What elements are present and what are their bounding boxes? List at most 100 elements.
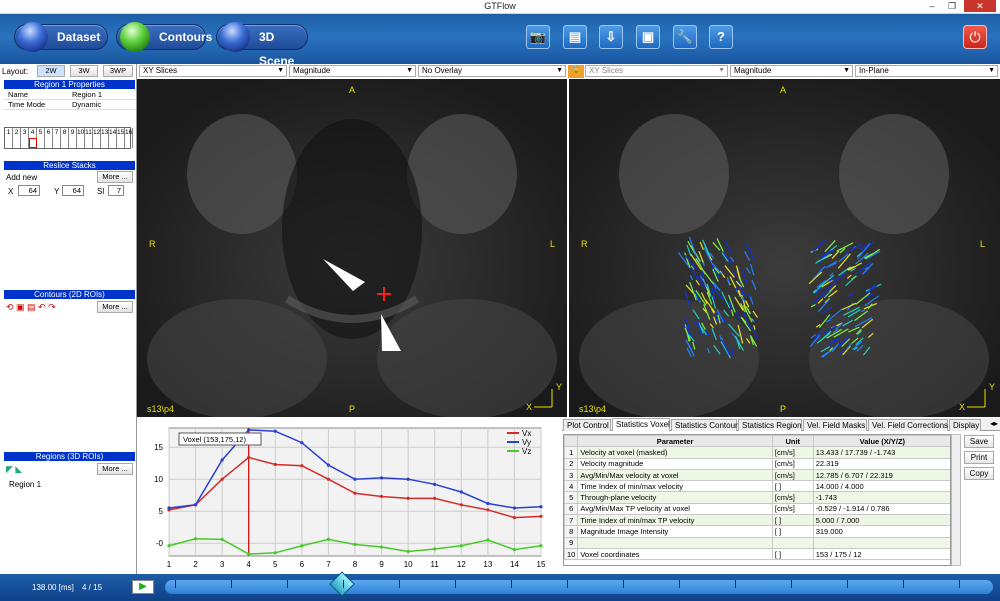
contour-tools-icon[interactable]: ⟲ ▣ ▤ ↶ ↷ [6, 302, 56, 313]
frame-cell-lower[interactable] [61, 138, 69, 148]
right-overlay-dropdown[interactable]: In-Plane ▼ [855, 65, 998, 77]
frame-cell-lower[interactable] [37, 138, 45, 148]
y-tick-label: 5 [159, 507, 164, 516]
frame-cell[interactable]: 15 [117, 128, 125, 138]
film-icon[interactable]: ▤ [563, 25, 587, 49]
copy-button[interactable]: Copy [964, 467, 994, 480]
frame-cell-lower[interactable] [21, 138, 29, 148]
add-new-button[interactable]: Add new [6, 173, 37, 182]
x-tick-label: 1 [167, 560, 172, 569]
close-button[interactable]: ✕ [964, 0, 996, 12]
3d-scene-button[interactable]: 3D Scene [216, 22, 308, 68]
frame-cell-lower[interactable] [85, 138, 93, 148]
right-image-dropdown[interactable]: Magnitude ▼ [730, 65, 853, 77]
frame-cell-lower[interactable] [69, 138, 77, 148]
left-slice-dropdown[interactable]: XY Slices ▼ [139, 65, 287, 77]
table-row[interactable]: 10 Voxel coordinates[ ] 153 / 175 / 12 [564, 547, 950, 561]
table-row[interactable]: 6 Avg/Min/Max TP velocity at voxel [cm/s] -… [564, 502, 950, 516]
frame-cell-lower[interactable] [5, 138, 13, 148]
y-input[interactable]: 64 [62, 185, 84, 196]
contours-more-button[interactable]: More ... [97, 301, 133, 313]
power-icon[interactable]: ⏻ [963, 25, 987, 49]
table-row[interactable]: 3 Avg/Min/Max velocity at voxel [cm/s] 12.7… [564, 468, 950, 482]
contours-button[interactable]: Contours [116, 22, 212, 52]
frame-cell[interactable]: 3 [21, 128, 29, 138]
timeline-slider[interactable] [165, 571, 993, 597]
frame-cell-lower[interactable] [77, 138, 85, 148]
col-parameter: Parameter [577, 435, 773, 448]
frame-cell[interactable]: 5 [37, 128, 45, 138]
frame-cell[interactable]: 8 [61, 128, 69, 138]
right-slice-dropdown[interactable]: XY Slices ▼ [585, 65, 728, 77]
frame-cell[interactable]: 6 [45, 128, 53, 138]
frame-cell[interactable]: 4 [29, 128, 37, 138]
frame-cell-lower[interactable] [101, 138, 109, 148]
maximize-button[interactable]: ❐ [942, 0, 962, 12]
velocity-plot[interactable]: 1 2 3 4 5 6 7 8 9 10 11 12 13 14 15 -0 5 10 15 Vx Vy Vz Voxel … [137, 418, 561, 574]
frame-cell[interactable]: 11 [85, 128, 93, 138]
frame-cell[interactable]: 14 [109, 128, 117, 138]
frame-cell[interactable]: 9 [69, 128, 77, 138]
frame-cell[interactable]: 10 [77, 128, 85, 138]
slice-input[interactable]: 7 [108, 185, 124, 196]
layout-2w-button[interactable]: 2W [37, 65, 65, 77]
reslice-more-button[interactable]: More ... [97, 171, 133, 183]
tab-plot-control[interactable]: Plot Control [563, 419, 611, 431]
table-row[interactable]: 4 Time Index of min/max velocity[ ] 14.000… [564, 480, 950, 493]
frame-cell[interactable]: 12 [93, 128, 101, 138]
table-row[interactable]: 5 Through-plane velocity [cm/s] -1.743 [564, 491, 950, 504]
frame-cell-lower[interactable] [109, 138, 117, 148]
frame-cell-lower[interactable] [117, 138, 125, 148]
dataset-button[interactable]: Dataset [14, 22, 108, 52]
frame-cell-lower[interactable] [53, 138, 61, 148]
frame-cell[interactable]: 1 [5, 128, 13, 138]
stats-scrollbar[interactable] [951, 434, 961, 566]
frame-cell-lower[interactable] [93, 138, 101, 148]
layout-3wp-button[interactable]: 3WP [103, 65, 133, 77]
print-button[interactable]: Print [964, 451, 994, 464]
frame-cell[interactable]: 2 [13, 128, 21, 138]
frame-grid[interactable]: 1 2 3 4 5 6 7 8 9 10 11 12 13 14 15 16 [4, 127, 133, 149]
play-button[interactable]: ▶ [132, 580, 154, 594]
lock-icon[interactable]: 🔒 [568, 65, 584, 78]
region-list-item[interactable]: Region 1 [9, 480, 41, 489]
left-image-view[interactable]: A P R L s13\p4 Y X [137, 79, 567, 417]
wrench-icon[interactable]: 🔧 [673, 25, 697, 49]
left-image-dropdown[interactable]: Magnitude ▼ [289, 65, 416, 77]
region-tools-icon[interactable]: ◤ ◣ [6, 464, 22, 475]
tab-statistics-voxel[interactable]: Statistics Voxel [612, 418, 670, 431]
tab-scroll-arrows[interactable]: ◂▸ [990, 419, 998, 428]
help-icon[interactable]: ? [709, 25, 733, 49]
frame-cell[interactable]: 7 [53, 128, 61, 138]
save-down-icon[interactable]: ⇩ [599, 25, 623, 49]
frame-cell-lower[interactable] [45, 138, 53, 148]
tab-vel-field-corrections[interactable]: Vel. Field Corrections [868, 419, 948, 431]
tab-vel-field-masks[interactable]: Vel. Field Masks [803, 419, 867, 431]
left-overlay-dropdown[interactable]: No Overlay ▼ [418, 65, 566, 77]
timeline-handle[interactable] [329, 571, 355, 597]
table-row[interactable]: 8 Magnitude Image Intensity[ ] 319.000 [564, 525, 950, 538]
minimize-button[interactable]: – [922, 0, 942, 12]
right-image-view[interactable]: A P R L s13\p4 Y X [569, 79, 1000, 417]
frame-cell-lower[interactable] [13, 138, 21, 148]
layout-3w-button[interactable]: 3W [70, 65, 98, 77]
camera-icon[interactable]: 📷 [526, 25, 550, 49]
frame-cell[interactable]: 13 [101, 128, 109, 138]
tab-display[interactable]: Display [949, 419, 981, 431]
x-input[interactable]: 64 [18, 185, 40, 196]
y-tick-label: -0 [156, 539, 164, 548]
save-stats-button[interactable]: Save [964, 435, 994, 448]
save-icon[interactable]: ▣ [636, 25, 660, 49]
table-row[interactable]: 1 Velocity at voxel (masked) [cm/s] 13.433 … [564, 446, 950, 459]
table-row[interactable]: 2 Velocity magnitude [cm/s] 22.319 [564, 457, 950, 470]
frame-cell-lower[interactable] [125, 138, 133, 148]
tab-statistics-contour[interactable]: Statistics Contour [671, 419, 738, 431]
table-row[interactable]: 9 [564, 536, 950, 549]
frame-cell[interactable]: 16 [125, 128, 133, 138]
regions-more-button[interactable]: More ... [97, 463, 133, 475]
table-row[interactable]: 7 Time Index of min/max TP velocity[ ] 5.0… [564, 514, 950, 527]
tab-statistics-region[interactable]: Statistics Region [738, 419, 802, 431]
axis-x-label: X [526, 402, 533, 412]
orient-bottom: P [780, 404, 787, 414]
frame-cell-lower[interactable] [29, 138, 37, 148]
